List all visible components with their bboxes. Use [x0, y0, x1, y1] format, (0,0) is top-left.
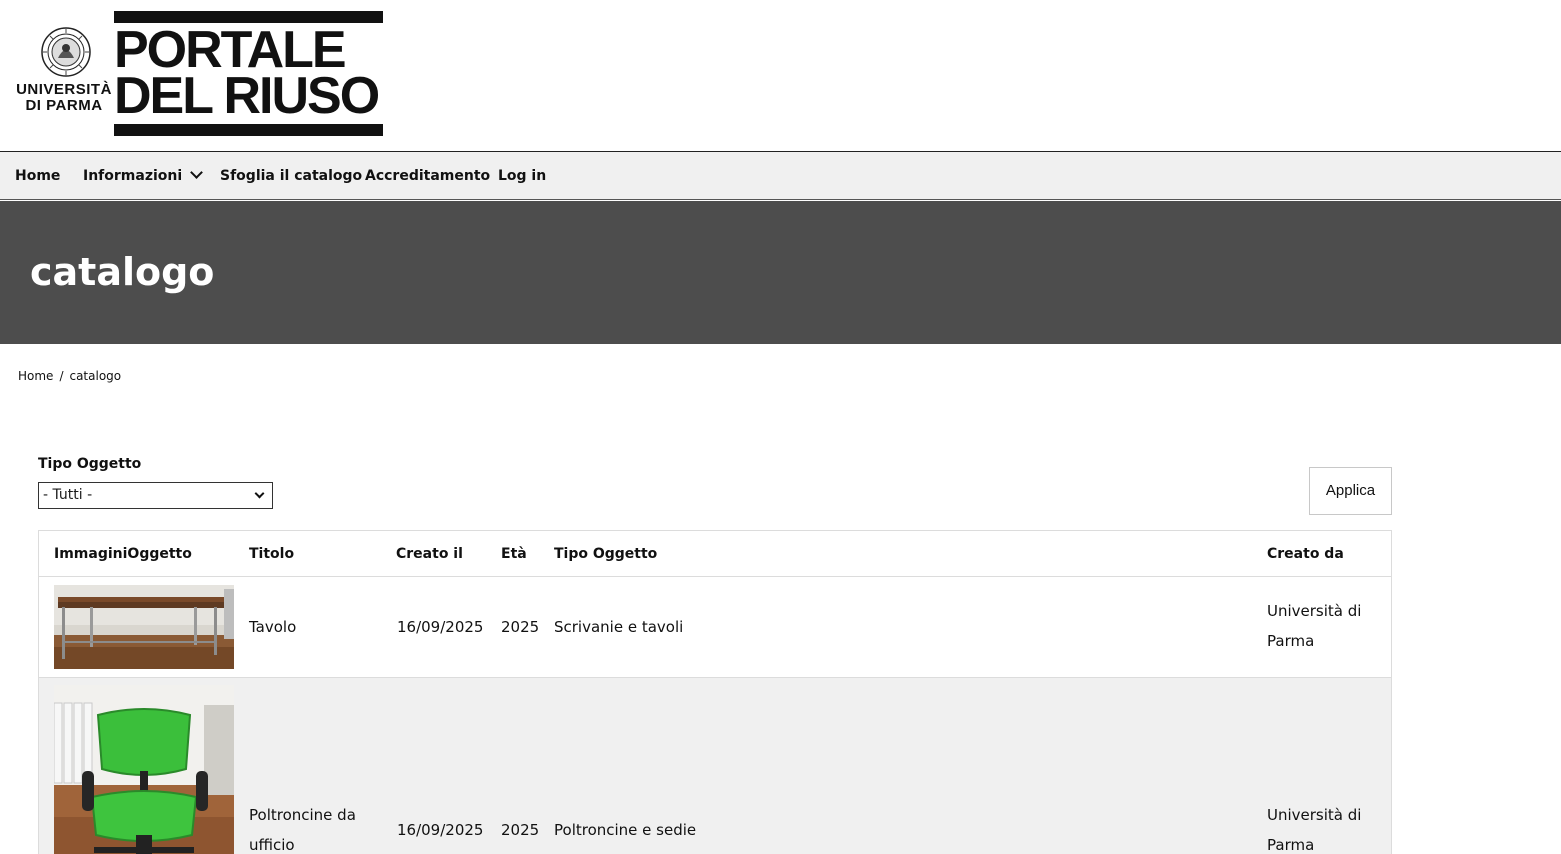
main-nav: Home Informazioni Sfoglia il catalogo Ac…: [0, 152, 1561, 200]
cell-title[interactable]: Poltroncine da ufficio: [249, 800, 379, 854]
select-value: - Tutti -: [43, 487, 93, 503]
nav-home[interactable]: Home: [15, 152, 60, 200]
nav-catalog[interactable]: Sfoglia il catalogo: [220, 152, 362, 200]
column-header-created[interactable]: Creato il: [396, 531, 463, 577]
university-name-line2: DI PARMA: [25, 97, 103, 114]
column-header-title[interactable]: Titolo: [249, 531, 294, 577]
cell-type: Poltroncine e sedie: [554, 821, 697, 839]
catalog-table: ImmaginiOggetto Titolo Creato il Età Tip…: [38, 530, 1392, 854]
nav-informazioni[interactable]: Informazioni: [83, 152, 204, 200]
portal-logo-bottom-bar: [114, 124, 383, 136]
breadcrumb-home[interactable]: Home: [18, 369, 53, 383]
cell-age: 2025: [501, 821, 540, 839]
chevron-down-icon: [190, 166, 204, 179]
table-row: Poltroncine da ufficio 16/09/2025 2025 P…: [39, 678, 1391, 854]
portal-logo-line2: DEL RIUSO: [114, 67, 380, 125]
column-header-images[interactable]: ImmaginiOggetto: [54, 531, 192, 577]
filter-label: Tipo Oggetto: [38, 456, 142, 472]
column-header-type[interactable]: Tipo Oggetto: [554, 531, 657, 577]
chevron-down-icon: [254, 488, 265, 499]
cell-author: Università di Parma: [1267, 806, 1362, 854]
nav-login[interactable]: Log in: [498, 152, 546, 200]
column-header-author[interactable]: Creato da: [1267, 531, 1344, 577]
cell-created: 16/09/2025: [397, 821, 484, 839]
table-header: ImmaginiOggetto Titolo Creato il Età Tip…: [39, 531, 1391, 577]
page-title: catalogo: [30, 250, 215, 294]
green-office-chair-photo-image: [54, 685, 234, 854]
nav-accreditation[interactable]: Accreditamento: [365, 152, 490, 200]
apply-button[interactable]: Applica: [1309, 467, 1392, 515]
column-header-age[interactable]: Età: [501, 531, 527, 577]
table-row: Tavolo 16/09/2025 2025 Scrivanie e tavol…: [39, 577, 1391, 678]
site-header: UNIVERSITÀ DI PARMA PORTALE DEL RIUSO: [0, 0, 1561, 152]
cell-type: Scrivanie e tavoli: [554, 618, 684, 636]
cell-author: Università di Parma: [1267, 602, 1362, 650]
page-hero: catalogo: [0, 201, 1561, 344]
university-name-line1: UNIVERSITÀ: [16, 81, 112, 98]
breadcrumb-separator: /: [59, 369, 64, 383]
university-seal-icon: [41, 27, 91, 77]
table-photo-image: [54, 585, 234, 669]
portal-logo[interactable]: PORTALE DEL RIUSO: [114, 11, 383, 136]
nav-informazioni-label: Informazioni: [83, 168, 183, 184]
table-photo-thumbnail[interactable]: [54, 585, 234, 669]
tipo-oggetto-select[interactable]: - Tutti -: [38, 482, 273, 509]
cell-created: 16/09/2025: [397, 618, 484, 636]
green-office-chair-photo-thumbnail[interactable]: [54, 685, 234, 854]
cell-title[interactable]: Tavolo: [249, 612, 296, 642]
breadcrumb: Home / catalogo: [18, 369, 121, 383]
cell-age: 2025: [501, 618, 540, 636]
university-name: UNIVERSITÀ DI PARMA: [14, 82, 114, 114]
breadcrumb-current: catalogo: [69, 369, 122, 383]
university-logo[interactable]: UNIVERSITÀ DI PARMA: [14, 26, 114, 126]
